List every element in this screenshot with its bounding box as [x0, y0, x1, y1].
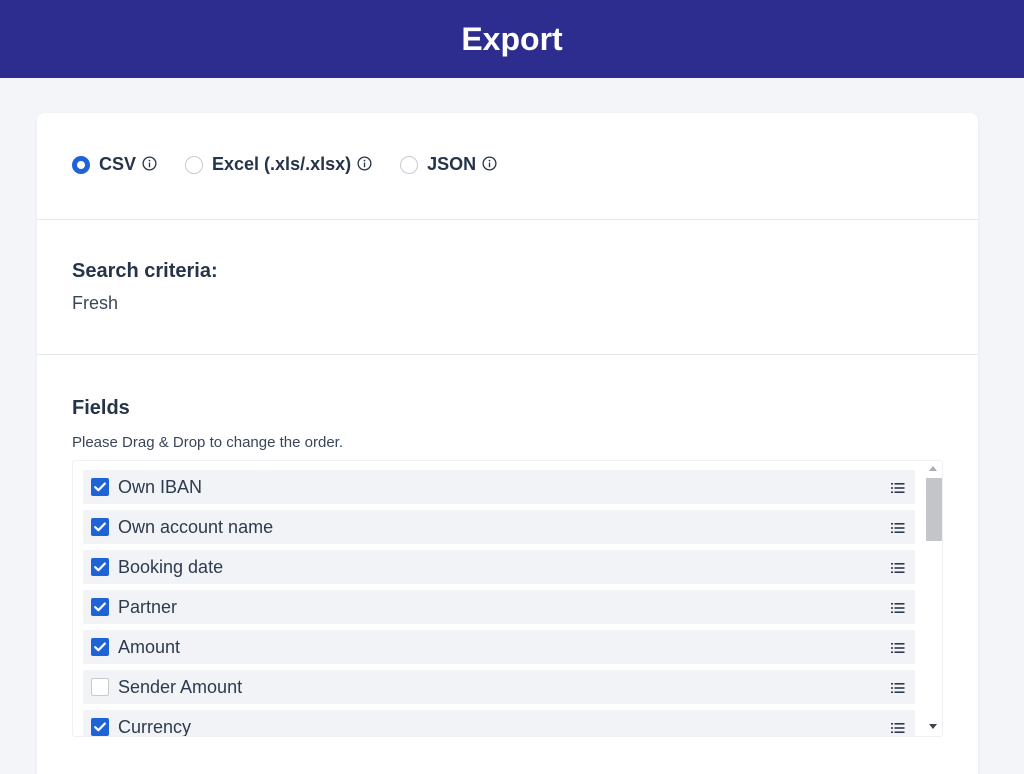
drag-handle-icon[interactable] — [891, 521, 905, 533]
fields-hint: Please Drag & Drop to change the order. — [72, 434, 343, 451]
info-icon[interactable] — [357, 156, 372, 171]
checkmark-icon — [94, 562, 106, 572]
field-label: Booking date — [118, 556, 224, 577]
scrollbar[interactable] — [924, 461, 942, 736]
info-icon[interactable] — [142, 156, 157, 171]
page-header: Export — [0, 0, 1024, 78]
drag-handle-icon[interactable] — [891, 481, 905, 493]
format-option-csv[interactable]: CSV — [72, 154, 157, 175]
radio-json[interactable] — [400, 155, 419, 174]
checkmark-icon — [94, 482, 106, 492]
field-checkbox[interactable] — [91, 558, 109, 576]
field-label: Own account name — [118, 516, 274, 537]
checkmark-icon — [94, 722, 106, 732]
field-checkbox[interactable] — [91, 718, 109, 736]
field-checkbox[interactable] — [91, 478, 109, 496]
field-checkbox[interactable] — [91, 678, 109, 696]
field-row[interactable]: Partner — [83, 590, 915, 624]
drag-handle-icon[interactable] — [891, 641, 905, 653]
criteria-title: Search criteria: — [72, 260, 218, 282]
field-label: Currency — [118, 716, 192, 737]
criteria-section: Search criteria: Fresh — [37, 220, 978, 355]
drag-handle-icon[interactable] — [891, 721, 905, 733]
checkmark-icon — [94, 522, 106, 532]
field-row[interactable]: Sender Amount — [83, 670, 915, 704]
field-row[interactable]: Own IBAN — [83, 470, 915, 504]
radio-excel[interactable] — [185, 155, 204, 174]
info-icon[interactable] — [482, 156, 497, 171]
fields-list[interactable]: Own IBAN Own account name Booking date Part… — [72, 460, 943, 737]
scrollbar-thumb[interactable] — [926, 478, 942, 541]
fields-list-items: Own IBAN Own account name Booking date Part… — [83, 470, 915, 737]
field-label: Own IBAN — [118, 476, 203, 497]
radio-csv[interactable] — [72, 155, 90, 174]
checkmark-icon — [94, 642, 106, 652]
format-label-csv: CSV — [99, 154, 137, 174]
field-label: Partner — [118, 596, 178, 617]
page-title: Export — [461, 20, 563, 57]
criteria-value: Fresh — [72, 293, 119, 313]
field-checkbox[interactable] — [91, 518, 109, 536]
field-row[interactable]: Amount — [83, 630, 915, 664]
format-option-json[interactable]: JSON — [400, 154, 497, 175]
format-label-excel: Excel (.xls/.xlsx) — [212, 154, 352, 174]
drag-handle-icon[interactable] — [891, 561, 905, 573]
format-radio-group: CSV Excel (.xls/.xlsx) JSON — [72, 154, 525, 175]
format-label-json: JSON — [427, 154, 477, 174]
field-checkbox[interactable] — [91, 598, 109, 616]
field-label: Sender Amount — [118, 676, 243, 697]
field-checkbox[interactable] — [91, 638, 109, 656]
field-row[interactable]: Currency — [83, 710, 915, 737]
field-row[interactable]: Booking date — [83, 550, 915, 584]
scroll-up-arrow-icon[interactable] — [929, 466, 937, 471]
drag-handle-icon[interactable] — [891, 681, 905, 693]
export-card: CSV Excel (.xls/.xlsx) JSON Search crite… — [37, 113, 978, 774]
scroll-down-arrow-icon[interactable] — [929, 724, 937, 729]
format-section: CSV Excel (.xls/.xlsx) JSON — [37, 113, 978, 220]
format-option-excel[interactable]: Excel (.xls/.xlsx) — [185, 154, 372, 175]
field-label: Amount — [118, 636, 181, 657]
fields-title: Fields — [72, 397, 130, 419]
drag-handle-icon[interactable] — [891, 601, 905, 613]
checkmark-icon — [94, 602, 106, 612]
field-row[interactable]: Own account name — [83, 510, 915, 544]
